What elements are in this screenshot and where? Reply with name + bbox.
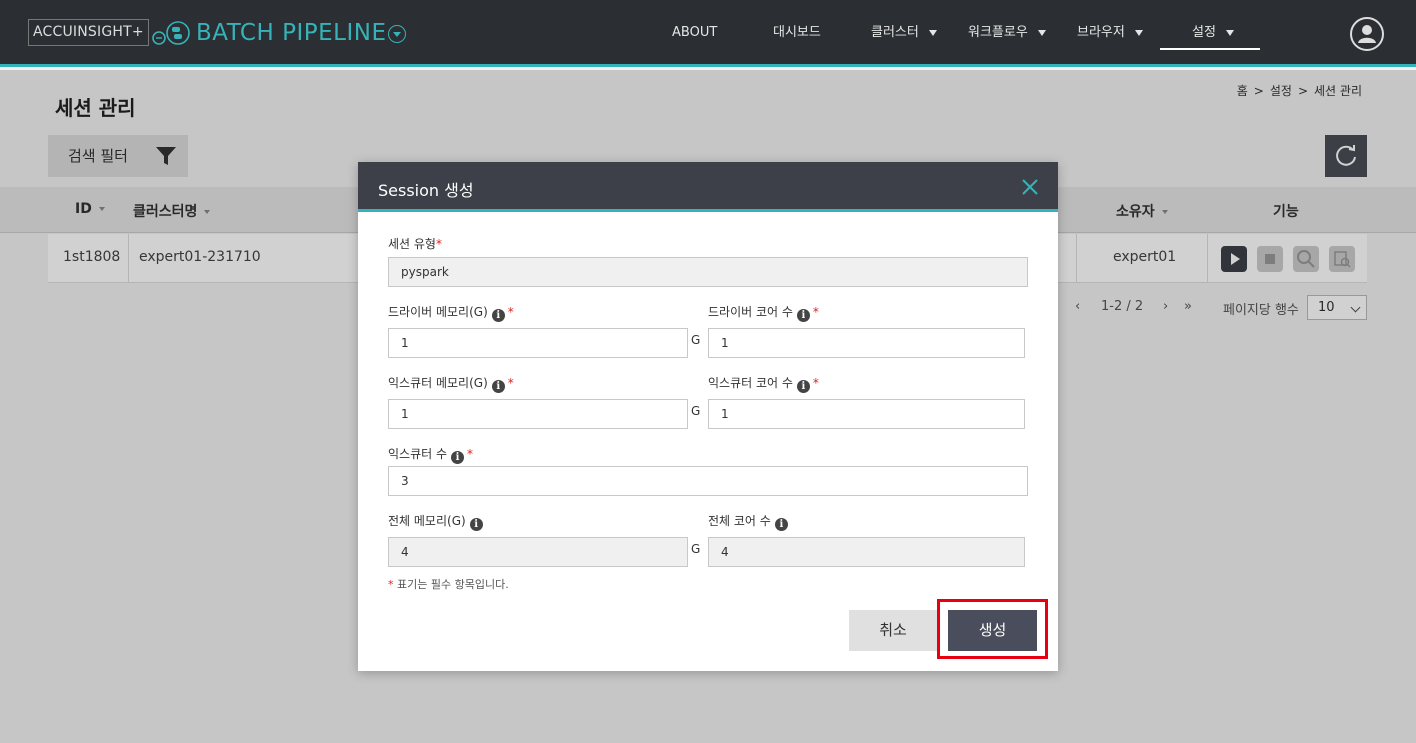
session-type-field[interactable]: pyspark <box>388 257 1028 287</box>
cancel-button[interactable]: 취소 <box>849 610 937 651</box>
nav-dashboard[interactable]: 대시보드 <box>773 24 821 42</box>
info-icon[interactable]: i <box>796 380 810 393</box>
total-memory-field: 4 <box>388 537 688 567</box>
nav-browser[interactable]: 브라우저 <box>1077 24 1143 42</box>
chevron-down-icon <box>1225 29 1234 36</box>
product-dropdown-icon[interactable] <box>388 25 406 43</box>
driver-cores-input[interactable]: 1 <box>708 328 1025 358</box>
executor-memory-input[interactable]: 1 <box>388 399 688 429</box>
chevron-down-icon <box>1037 29 1046 36</box>
total-cores-field: 4 <box>708 537 1025 567</box>
executor-cores-input[interactable]: 1 <box>708 399 1025 429</box>
top-nav: ACCUINSIGHT+ BATCH PIPELINE ABOUT 대시보드 클… <box>0 0 1416 67</box>
chevron-down-icon <box>928 29 937 36</box>
driver-cores-label: 드라이버 코어 수 i * <box>708 305 819 322</box>
nav-settings[interactable]: 설정 <box>1192 24 1234 42</box>
executor-memory-label: 익스큐터 메모리(G) i * <box>388 376 514 393</box>
info-icon[interactable]: i <box>796 309 810 322</box>
session-type-label: 세션 유형* <box>388 237 442 251</box>
nav-workflow[interactable]: 워크플로우 <box>968 24 1046 42</box>
info-icon[interactable]: i <box>774 518 788 531</box>
pipeline-logo-icon <box>152 21 190 45</box>
nav-cluster[interactable]: 클러스터 <box>871 24 937 42</box>
dialog-title: Session 생성 <box>378 181 474 200</box>
total-memory-label: 전체 메모리(G) i <box>388 513 483 531</box>
chevron-down-icon <box>1134 29 1143 36</box>
create-button-highlight <box>937 599 1048 659</box>
executor-count-label: 익스큐터 수 i * <box>388 447 474 464</box>
driver-memory-label: 드라이버 메모리(G) i * <box>388 305 514 322</box>
user-menu-button[interactable] <box>1350 17 1384 51</box>
info-icon[interactable]: i <box>491 309 505 322</box>
session-create-dialog: Session 생성 세션 유형* pyspark 드라이버 메모리(G) i * … <box>358 162 1058 671</box>
brand-logo[interactable]: ACCUINSIGHT+ <box>28 19 149 46</box>
info-icon[interactable]: i <box>491 380 505 393</box>
unit-label: G <box>691 542 701 556</box>
unit-label: G <box>691 404 701 418</box>
info-icon[interactable]: i <box>451 451 465 464</box>
executor-count-input[interactable]: 3 <box>388 466 1028 496</box>
nav-active-indicator <box>1160 48 1260 50</box>
executor-cores-label: 익스큐터 코어 수 i * <box>708 376 819 393</box>
total-cores-label: 전체 코어 수i <box>708 513 788 531</box>
product-name[interactable]: BATCH PIPELINE <box>196 18 386 48</box>
user-icon <box>1358 25 1376 43</box>
dialog-header: Session 생성 <box>358 162 1058 212</box>
close-icon[interactable] <box>1020 177 1040 197</box>
driver-memory-input[interactable]: 1 <box>388 328 688 358</box>
info-icon[interactable]: i <box>469 518 483 531</box>
nav-about[interactable]: ABOUT <box>672 24 717 42</box>
required-note: * 표기는 필수 항목입니다. <box>388 578 509 591</box>
unit-label: G <box>691 333 701 347</box>
